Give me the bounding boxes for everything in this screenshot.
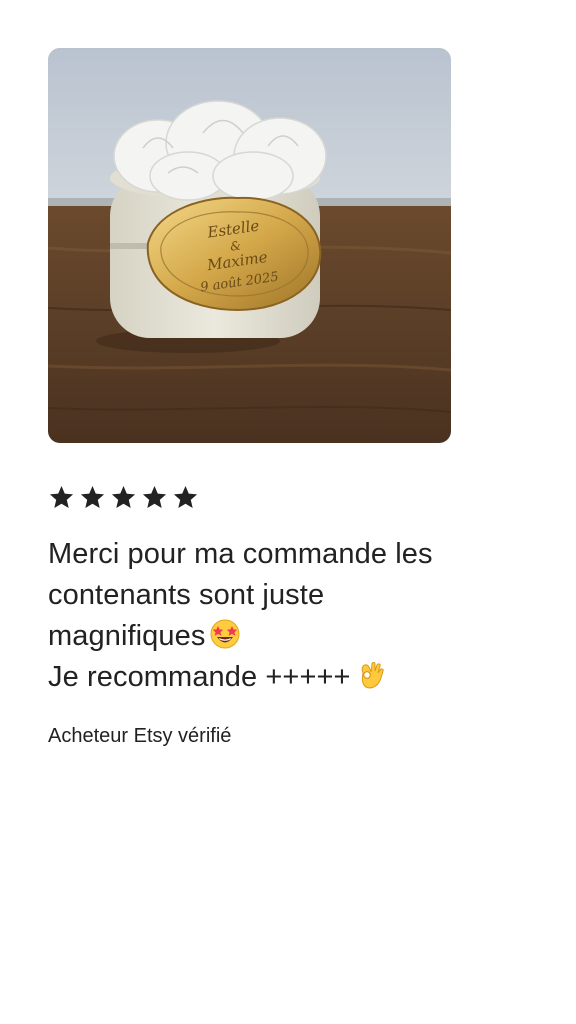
ok-hand-emoji-icon <box>361 662 384 689</box>
review-line-3-wrap: magnifiques <box>48 616 538 657</box>
star-icon <box>49 486 74 508</box>
star-struck-emoji-icon <box>210 619 240 649</box>
star-icon <box>80 486 105 508</box>
verified-buyer-label: Acheteur Etsy vérifié <box>48 725 232 747</box>
review-line-1: Merci pour ma commande les <box>48 538 433 570</box>
star-icon <box>111 486 136 508</box>
star-rating <box>48 484 199 511</box>
review-photo-image: Estelle & Maxime 9 août 2025 <box>48 48 451 443</box>
review-line-4: Je recommande +++++ <box>48 661 351 693</box>
review-line-4-wrap: Je recommande +++++ <box>48 657 538 698</box>
review-line-3: magnifiques <box>48 620 206 652</box>
review-line-2: contenants sont juste <box>48 579 325 611</box>
review-text: Merci pour ma commande les contenants so… <box>48 534 538 698</box>
star-icon <box>142 486 167 508</box>
review-photo[interactable]: Estelle & Maxime 9 août 2025 <box>48 48 451 443</box>
star-icon <box>173 486 198 508</box>
